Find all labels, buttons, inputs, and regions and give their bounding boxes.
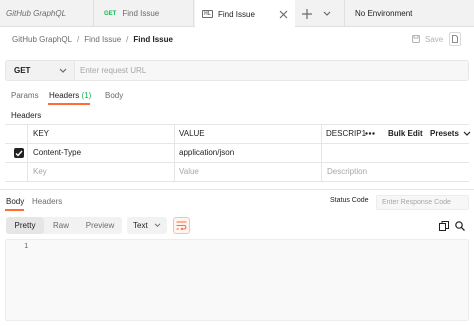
value-placeholder[interactable]: Value — [179, 167, 199, 176]
breadcrumb-separator: / — [77, 34, 80, 44]
tab-label: GitHub GraphQL — [6, 9, 67, 18]
presets-dropdown[interactable]: Presets — [430, 129, 471, 138]
more-options-icon[interactable] — [363, 128, 377, 138]
tab-params[interactable]: Params — [11, 91, 39, 100]
tab-bar: GitHub GraphQL GET Find Issue HL Find Is… — [0, 0, 474, 28]
column-description-header: DESCRIP1 — [326, 129, 367, 138]
response-tab-body[interactable]: Body — [6, 197, 24, 206]
breadcrumb: GitHub GraphQL / Find Issue / Find Issue — [12, 33, 173, 45]
table-border — [5, 181, 469, 182]
url-placeholder: Enter request URL — [80, 66, 147, 75]
url-input[interactable]: Enter request URL — [75, 60, 469, 81]
save-label: Save — [425, 34, 444, 44]
key-placeholder[interactable]: Key — [33, 167, 47, 176]
wrap-lines-icon — [176, 221, 187, 230]
raw-button[interactable]: Raw — [45, 217, 77, 234]
table-border — [5, 162, 469, 163]
bulk-edit-button[interactable]: Bulk Edit — [388, 129, 423, 138]
format-select[interactable]: Text — [127, 217, 167, 234]
status-code-label: Status Code — [330, 197, 369, 204]
active-response-tab-indicator — [5, 209, 24, 211]
table-border — [5, 143, 469, 144]
preview-button[interactable]: Preview — [78, 217, 122, 234]
response-tab-headers[interactable]: Headers — [32, 197, 62, 206]
response-divider — [0, 189, 474, 190]
environment-selector[interactable]: No Environment — [345, 0, 474, 27]
tab-headers-label: Headers — [49, 91, 80, 100]
pretty-button[interactable]: Pretty — [6, 217, 44, 234]
breadcrumb-separator: / — [126, 34, 129, 44]
copy-icon[interactable] — [438, 220, 449, 231]
chevron-down-icon — [59, 68, 67, 74]
headers-count: (1) — [81, 91, 92, 100]
new-tab-plus-icon[interactable] — [301, 8, 312, 19]
tab-github-graphql[interactable]: GitHub GraphQL — [0, 0, 94, 27]
method-select[interactable]: GET — [5, 60, 75, 81]
search-icon[interactable] — [454, 220, 465, 231]
presets-label: Presets — [430, 129, 459, 138]
tab-headers[interactable]: Headers (1) — [49, 91, 91, 100]
breadcrumb-request[interactable]: Find Issue — [133, 35, 173, 44]
response-code-placeholder: Enter Response Code — [382, 199, 451, 206]
chevron-down-icon — [463, 131, 471, 137]
breadcrumb-folder[interactable]: Find Issue — [84, 35, 121, 44]
header-value-cell[interactable]: application/json — [179, 148, 234, 157]
table-border — [27, 124, 28, 181]
document-icon[interactable] — [449, 32, 461, 46]
format-value: Text — [133, 221, 148, 230]
description-placeholder[interactable]: Description — [327, 167, 367, 176]
column-value-header: VALUE — [179, 129, 205, 138]
tab-find-issue-active[interactable]: HL Find Issue — [195, 0, 295, 28]
close-tab-icon[interactable] — [278, 9, 288, 19]
table-border — [5, 124, 469, 125]
response-editor[interactable]: 1 — [5, 239, 469, 321]
wrap-lines-button[interactable] — [173, 217, 190, 234]
table-border — [321, 124, 322, 181]
table-border — [174, 124, 175, 181]
response-code-input[interactable]: Enter Response Code — [376, 195, 469, 210]
active-tab-indicator — [48, 103, 90, 105]
column-key-header: KEY — [33, 129, 50, 138]
tab-options-chevron-icon[interactable] — [321, 8, 332, 19]
tab-find-issue-get[interactable]: GET Find Issue — [94, 0, 194, 27]
breadcrumb-collection[interactable]: GitHub GraphQL — [12, 35, 72, 44]
method-value: GET — [14, 66, 31, 75]
save-icon — [412, 35, 420, 43]
save-button[interactable]: Save — [412, 33, 443, 45]
header-enabled-checkbox[interactable] — [14, 148, 24, 158]
chevron-down-icon — [154, 223, 161, 228]
get-method-tag: GET — [104, 10, 117, 17]
line-number: 1 — [24, 242, 29, 250]
headers-section-label: Headers — [11, 111, 42, 120]
environment-label: No Environment — [355, 9, 413, 18]
tab-label: Find Issue — [122, 9, 160, 18]
tab-body[interactable]: Body — [105, 91, 123, 100]
graphql-request-icon: HL — [202, 10, 213, 18]
tab-label: Find Issue — [218, 9, 255, 19]
header-key-cell[interactable]: Content-Type — [33, 148, 81, 157]
